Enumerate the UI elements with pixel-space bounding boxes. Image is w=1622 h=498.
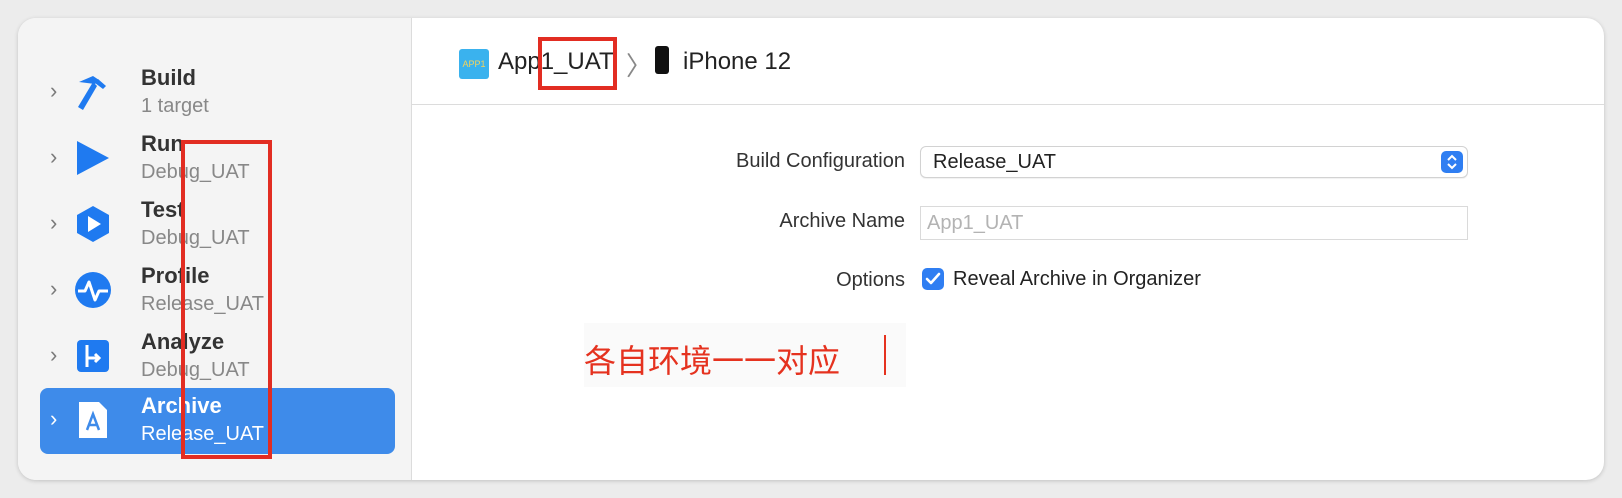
build-configuration-select[interactable]: Release_UAT <box>920 146 1468 178</box>
sidebar-item-build[interactable]: › Build 1 target <box>40 60 395 126</box>
text-caret <box>884 335 886 375</box>
archive-name-label: Archive Name <box>779 210 905 232</box>
updown-chevron-icon[interactable] <box>1441 151 1463 173</box>
app-icon: APP1 <box>459 49 489 79</box>
chevron-right-icon[interactable]: › <box>50 344 64 366</box>
archive-name-input[interactable] <box>921 207 1467 239</box>
options-label: Options <box>836 269 905 291</box>
test-icon <box>73 204 113 244</box>
chevron-right-icon: 〉 <box>626 51 653 81</box>
build-configuration-value: Release_UAT <box>933 151 1057 173</box>
chevron-right-icon[interactable]: › <box>50 212 64 234</box>
iphone-icon <box>655 46 669 74</box>
annotation-box: 各自环境一一对应 <box>584 323 906 387</box>
highlight-box-scheme-suffix <box>538 37 617 90</box>
sidebar-item-title: Run <box>141 131 184 156</box>
chevron-right-icon[interactable]: › <box>50 278 64 300</box>
checkmark-icon <box>925 272 941 285</box>
analyze-icon <box>73 336 113 376</box>
hammer-icon <box>73 72 113 112</box>
device-name[interactable]: iPhone 12 <box>683 48 791 76</box>
profile-icon <box>73 270 113 310</box>
reveal-archive-checkbox[interactable] <box>922 268 944 290</box>
highlight-box-configurations <box>181 140 272 459</box>
annotation-text: 各自环境一一对应 <box>584 342 841 380</box>
sidebar-item-subtitle: 1 target <box>141 95 209 117</box>
sidebar-item-title: Test <box>141 197 185 222</box>
archive-icon <box>73 400 113 440</box>
chevron-right-icon[interactable]: › <box>50 80 64 102</box>
sidebar-item-title: Build <box>141 65 196 90</box>
play-icon <box>73 138 113 178</box>
chevron-right-icon[interactable]: › <box>50 146 64 168</box>
chevron-right-icon[interactable]: › <box>50 408 64 430</box>
build-configuration-label: Build Configuration <box>736 150 905 172</box>
reveal-archive-label[interactable]: Reveal Archive in Organizer <box>953 268 1201 291</box>
archive-name-field[interactable] <box>920 206 1468 240</box>
